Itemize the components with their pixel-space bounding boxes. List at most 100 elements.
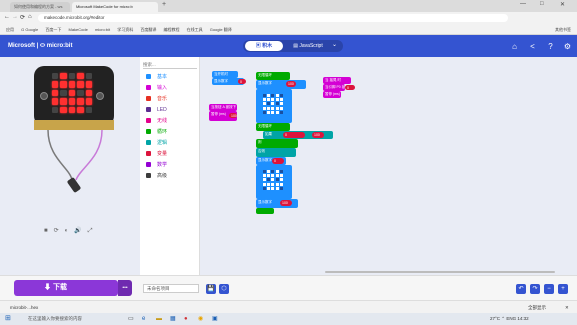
workspace-scrollbar[interactable] [325, 271, 555, 273]
led-toggle[interactable] [271, 106, 275, 110]
value-pill[interactable]: 100 [280, 200, 292, 206]
bookmark-item[interactable]: MakeCode [69, 24, 88, 34]
system-tray[interactable]: 27°C ⌃ ENG 14:32 [490, 313, 529, 325]
led-toggle[interactable] [271, 182, 275, 186]
compare-block[interactable]: 0 [283, 132, 305, 138]
javascript-mode-button[interactable]: ▤ JavaScript [288, 41, 328, 51]
toolbox-category[interactable]: 高级 [146, 171, 167, 181]
app-icon[interactable]: ▣ [212, 313, 218, 325]
led-toggle[interactable] [266, 173, 270, 177]
save-icon[interactable]: 💾 [206, 284, 216, 294]
folder-icon[interactable]: ▬ [156, 313, 162, 325]
undo-button[interactable]: ↶ [516, 284, 526, 294]
show-leds-grid[interactable] [262, 93, 284, 115]
led-toggle[interactable] [262, 97, 266, 101]
value-pill[interactable]: 0 [238, 79, 246, 84]
share-icon[interactable]: < [528, 42, 537, 51]
led-toggle[interactable] [271, 102, 275, 106]
led-toggle[interactable] [280, 178, 284, 182]
led-toggle[interactable] [266, 169, 270, 173]
led-toggle[interactable] [275, 106, 279, 110]
reload-icon[interactable]: ⟳ [20, 14, 25, 21]
led-toggle[interactable] [275, 93, 279, 97]
home-icon[interactable]: ⌂ [510, 42, 519, 51]
forward-icon[interactable]: → [12, 14, 18, 20]
show-number-block[interactable]: 显示数字 [256, 80, 306, 89]
bookmark-item[interactable]: 应用 [6, 24, 14, 34]
other-bookmarks[interactable]: 其他书签 [555, 24, 571, 34]
button-b[interactable] [96, 92, 104, 100]
toolbox-category[interactable]: 逻辑 [146, 138, 167, 148]
redo-button[interactable]: ↷ [530, 284, 540, 294]
led-toggle[interactable] [271, 187, 275, 191]
on-button-a-block[interactable]: 当按钮 A 被按下 [209, 104, 237, 111]
maximize-button[interactable]: □ [540, 1, 544, 7]
led-toggle[interactable] [271, 97, 275, 101]
address-bar[interactable]: makecode.microbit.org/#editor [38, 14, 508, 22]
stop-icon[interactable]: ■ [44, 228, 54, 234]
toolbox-category[interactable]: 输入 [146, 83, 167, 93]
value-pill[interactable]: 0 [345, 85, 355, 90]
led-toggle[interactable] [275, 111, 279, 115]
led-toggle[interactable] [271, 173, 275, 177]
toolbox-category[interactable]: 变量 [146, 149, 167, 159]
browser-tab-active[interactable]: Microsoft MakeCode for micro:b [72, 2, 158, 12]
chevron-down-icon[interactable]: ⌄ [332, 41, 337, 48]
value-pill[interactable]: 100 [229, 113, 237, 118]
value-pill[interactable]: 100 [312, 132, 324, 138]
zoom-out-button[interactable]: − [544, 284, 554, 294]
led-toggle[interactable] [275, 169, 279, 173]
task-view-icon[interactable]: ▭ [128, 313, 134, 325]
led-toggle[interactable] [280, 102, 284, 106]
settings-icon[interactable]: ⚙ [563, 42, 572, 51]
slowmo-icon[interactable]: ◐ [65, 228, 75, 234]
sound-icon[interactable]: 🔊 [74, 228, 87, 234]
led-toggle[interactable] [280, 93, 284, 97]
bookmark-item[interactable]: micro:bit [95, 24, 110, 34]
led-toggle[interactable] [280, 106, 284, 110]
led-toggle[interactable] [275, 187, 279, 191]
led-toggle[interactable] [262, 106, 266, 110]
bookmark-item[interactable]: 百度翻译 [140, 24, 156, 34]
led-toggle[interactable] [275, 178, 279, 182]
close-window-button[interactable]: ✕ [560, 1, 565, 8]
led-toggle[interactable] [266, 178, 270, 182]
led-toggle[interactable] [266, 182, 270, 186]
on-pin-block[interactable]: 当引脚 P0 被触摸 [323, 84, 345, 91]
led-toggle[interactable] [271, 93, 275, 97]
led-toggle[interactable] [271, 169, 275, 173]
download-button[interactable]: ⬇ 下载 [14, 280, 118, 296]
blocks-mode-button[interactable]: ▣ 积木 [245, 41, 283, 51]
led-toggle[interactable] [275, 97, 279, 101]
led-toggle[interactable] [275, 173, 279, 177]
led-toggle[interactable] [262, 102, 266, 106]
github-icon[interactable]: ⬡ [219, 284, 229, 294]
edge-icon[interactable]: e [142, 313, 145, 325]
brand-logo[interactable]: Microsoft | ⬭ micro:bit [8, 43, 72, 50]
led-toggle[interactable] [266, 97, 270, 101]
led-toggle[interactable] [275, 182, 279, 186]
toolbox-search-input[interactable]: 搜索... [143, 61, 197, 69]
repeat-block[interactable]: 无限循环 [256, 123, 290, 131]
led-toggle[interactable] [280, 173, 284, 177]
led-toggle[interactable] [262, 111, 266, 115]
led-toggle[interactable] [266, 187, 270, 191]
bookmark-item[interactable]: Google 翻译 [210, 24, 232, 34]
windows-start-icon[interactable]: ⊞ [5, 313, 11, 325]
restart-icon[interactable]: ⟳ [54, 228, 65, 234]
help-icon[interactable]: ? [546, 42, 555, 51]
new-tab-button[interactable]: + [162, 1, 166, 8]
led-toggle[interactable] [266, 111, 270, 115]
zoom-in-button[interactable]: + [558, 284, 568, 294]
button-a[interactable] [40, 92, 48, 100]
led-toggle[interactable] [271, 111, 275, 115]
toolbox-category[interactable]: 无线 [146, 116, 167, 126]
home-icon[interactable]: ⌂ [28, 14, 32, 20]
project-name-input[interactable]: 未命名项目 [143, 284, 199, 293]
logic-block[interactable]: 否则 [256, 148, 296, 157]
loop-block-footer[interactable]: 则 [256, 139, 298, 148]
led-toggle[interactable] [266, 106, 270, 110]
led-toggle[interactable] [262, 182, 266, 186]
value-pill[interactable]: 100 [286, 81, 296, 87]
forever-block[interactable]: 无限循环 [256, 72, 290, 80]
